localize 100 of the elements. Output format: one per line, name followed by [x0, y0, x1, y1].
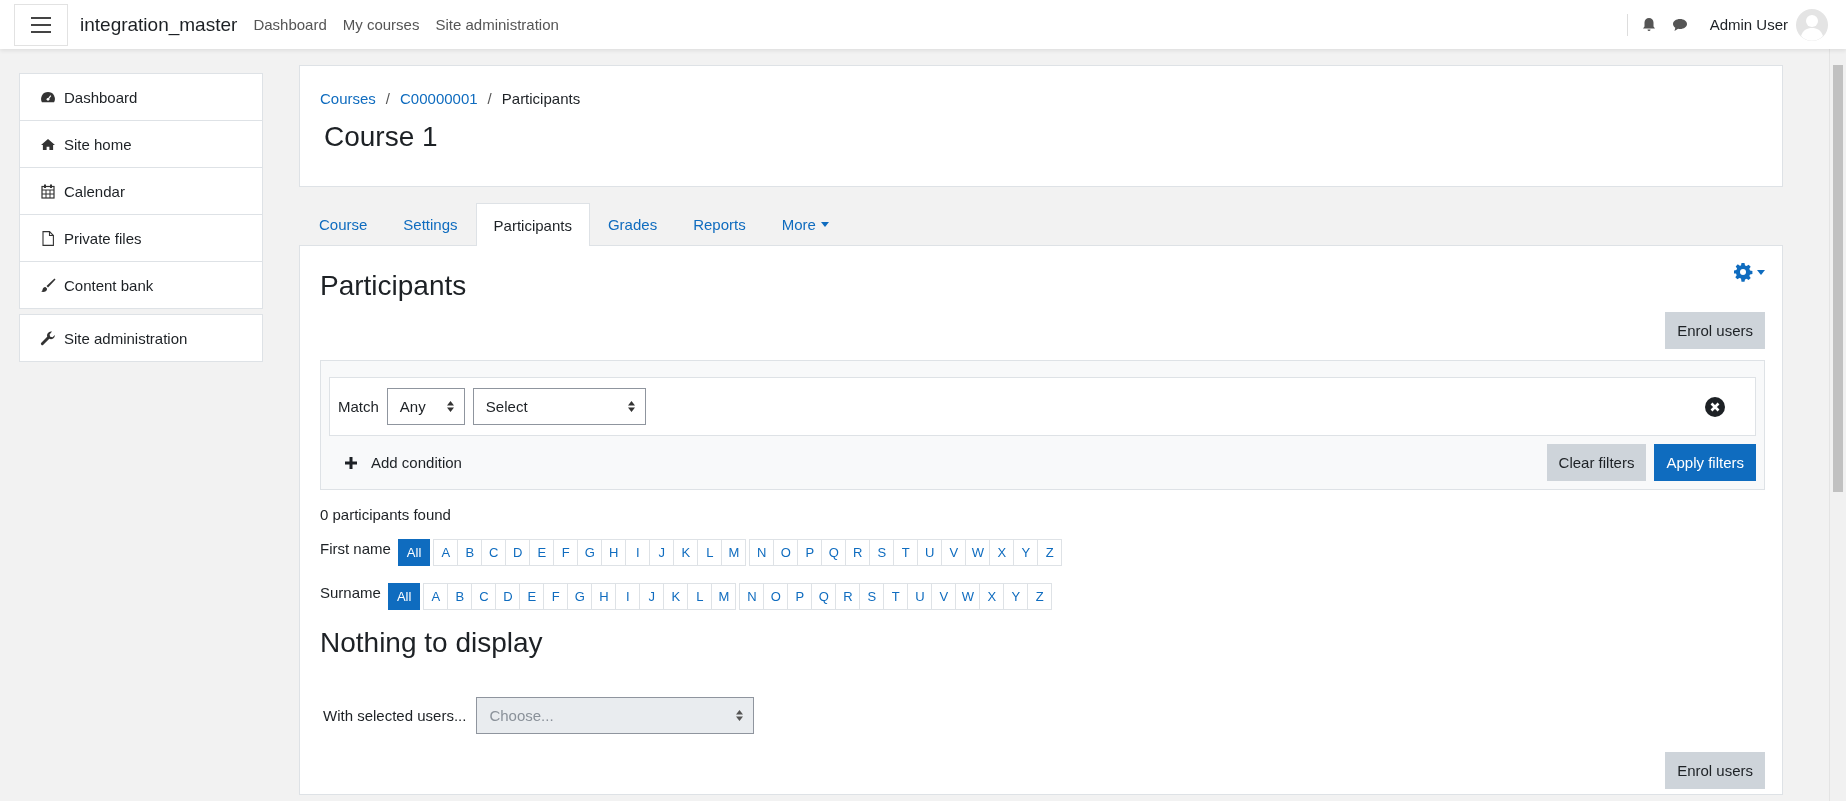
- initial-filter-button[interactable]: X: [979, 583, 1005, 610]
- tab[interactable]: Settings: [385, 203, 476, 245]
- sidebar-item[interactable]: Dashboard: [20, 74, 262, 120]
- initials-label: First name: [320, 540, 391, 559]
- initial-filter-button[interactable]: P: [787, 583, 813, 610]
- initial-filter-button[interactable]: K: [663, 583, 689, 610]
- sidebar-item[interactable]: Private files: [20, 214, 262, 261]
- file-icon: [40, 230, 56, 246]
- initial-filter-button[interactable]: V: [931, 583, 957, 610]
- chat-bubble-icon[interactable]: [1671, 17, 1688, 32]
- initial-filter-button[interactable]: M: [721, 539, 747, 566]
- initial-filter-button[interactable]: T: [883, 583, 909, 610]
- apply-filters-button[interactable]: Apply filters: [1654, 444, 1756, 481]
- initial-filter-button[interactable]: All: [397, 539, 431, 566]
- initial-filter-button[interactable]: U: [917, 539, 943, 566]
- initial-filter-button[interactable]: Q: [811, 583, 837, 610]
- menu-button[interactable]: [14, 3, 68, 46]
- sidebar-item[interactable]: Site administration: [20, 315, 262, 361]
- initial-filter-button[interactable]: O: [763, 583, 789, 610]
- breadcrumb-link[interactable]: C00000001: [400, 90, 478, 107]
- initial-filter-button[interactable]: D: [505, 539, 531, 566]
- tab[interactable]: Participants: [475, 203, 590, 246]
- filter-type-select[interactable]: Select: [472, 388, 646, 425]
- initial-filter-button[interactable]: V: [941, 539, 967, 566]
- initial-filter-button[interactable]: D: [495, 583, 521, 610]
- initial-filter-button[interactable]: L: [687, 583, 713, 610]
- scrollbar[interactable]: [1829, 49, 1846, 801]
- initial-filter-button[interactable]: S: [869, 539, 895, 566]
- sidebar-item[interactable]: Calendar: [20, 167, 262, 214]
- initial-filter-button[interactable]: B: [447, 583, 473, 610]
- initial-filter-button[interactable]: T: [893, 539, 919, 566]
- tab[interactable]: Reports: [675, 203, 764, 245]
- settings-icon: [1733, 262, 1753, 282]
- tab[interactable]: Grades: [589, 203, 676, 245]
- settings-menu-button[interactable]: [1733, 262, 1765, 282]
- paintbrush-icon: [40, 278, 56, 292]
- dashboard-gauge-icon: [40, 90, 56, 104]
- initial-filter-button[interactable]: Z: [1037, 539, 1063, 566]
- page-heading: Participants: [320, 270, 467, 302]
- nav-link[interactable]: Dashboard: [253, 16, 327, 33]
- initial-filter-button[interactable]: O: [773, 539, 799, 566]
- initial-filter-button[interactable]: I: [625, 539, 651, 566]
- initial-filter-button[interactable]: W: [965, 539, 991, 566]
- initial-filter-button[interactable]: Y: [1003, 583, 1029, 610]
- initial-filter-button[interactable]: N: [739, 583, 765, 610]
- initial-filter-button[interactable]: X: [989, 539, 1015, 566]
- initials-label: Surname: [320, 584, 381, 603]
- initial-filter-button[interactable]: H: [591, 583, 617, 610]
- initial-filter-button[interactable]: G: [567, 583, 593, 610]
- match-select[interactable]: Any: [386, 388, 465, 425]
- initial-filter-button[interactable]: U: [907, 583, 933, 610]
- initial-filter-button[interactable]: F: [543, 583, 569, 610]
- initial-filter-button[interactable]: R: [845, 539, 871, 566]
- initial-filter-button[interactable]: E: [519, 583, 545, 610]
- initial-filter-button[interactable]: Q: [821, 539, 847, 566]
- enrol-users-button[interactable]: Enrol users: [1665, 312, 1765, 349]
- initial-filter-button[interactable]: R: [835, 583, 861, 610]
- breadcrumb-separator: /: [385, 90, 391, 107]
- initial-filter-button[interactable]: Y: [1013, 539, 1039, 566]
- breadcrumb-link[interactable]: Courses: [320, 90, 376, 107]
- remove-condition-button[interactable]: [1705, 396, 1725, 417]
- user-name[interactable]: Admin User: [1709, 16, 1788, 33]
- tab[interactable]: More: [763, 203, 847, 245]
- initial-filter-button[interactable]: W: [955, 583, 981, 610]
- clear-filters-button[interactable]: Clear filters: [1546, 444, 1647, 481]
- initial-filter-button[interactable]: A: [423, 583, 449, 610]
- initial-filter-button[interactable]: F: [553, 539, 579, 566]
- initial-filter-button[interactable]: L: [697, 539, 723, 566]
- initial-filter-button[interactable]: C: [471, 583, 497, 610]
- initial-filter-button[interactable]: K: [673, 539, 699, 566]
- sidebar-item[interactable]: Content bank: [20, 261, 262, 308]
- home-icon: [40, 137, 56, 151]
- sort-arrows-icon: [736, 710, 744, 721]
- empty-message: Nothing to display: [320, 627, 544, 659]
- initial-filter-button[interactable]: P: [797, 539, 823, 566]
- initial-filter-button[interactable]: J: [649, 539, 675, 566]
- initial-filter-button[interactable]: A: [433, 539, 459, 566]
- initial-filter-button[interactable]: All: [387, 583, 421, 610]
- initial-filter-button[interactable]: I: [615, 583, 641, 610]
- initial-filter-button[interactable]: E: [529, 539, 555, 566]
- initial-filter-button[interactable]: C: [481, 539, 507, 566]
- initial-filter-button[interactable]: B: [457, 539, 483, 566]
- enrol-users-button[interactable]: Enrol users: [1665, 752, 1765, 789]
- initial-filter-button[interactable]: G: [577, 539, 603, 566]
- bell-icon[interactable]: [1641, 17, 1656, 32]
- site-name[interactable]: integration_master: [80, 13, 238, 36]
- initial-filter-button[interactable]: H: [601, 539, 627, 566]
- initial-filter-button[interactable]: J: [639, 583, 665, 610]
- nav-link[interactable]: My courses: [342, 16, 420, 33]
- participants-count: 0 participants found: [320, 506, 452, 523]
- initial-filter-button[interactable]: N: [749, 539, 775, 566]
- add-condition-button[interactable]: Add condition: [329, 448, 478, 477]
- initial-filter-button[interactable]: S: [859, 583, 885, 610]
- plus-icon: [345, 456, 357, 469]
- nav-link[interactable]: Site administration: [435, 16, 559, 33]
- sidebar-item[interactable]: Site home: [20, 120, 262, 167]
- caret-icon: [1757, 269, 1765, 275]
- tab[interactable]: Course: [301, 203, 386, 245]
- initial-filter-button[interactable]: M: [711, 583, 737, 610]
- initial-filter-button[interactable]: Z: [1027, 583, 1053, 610]
